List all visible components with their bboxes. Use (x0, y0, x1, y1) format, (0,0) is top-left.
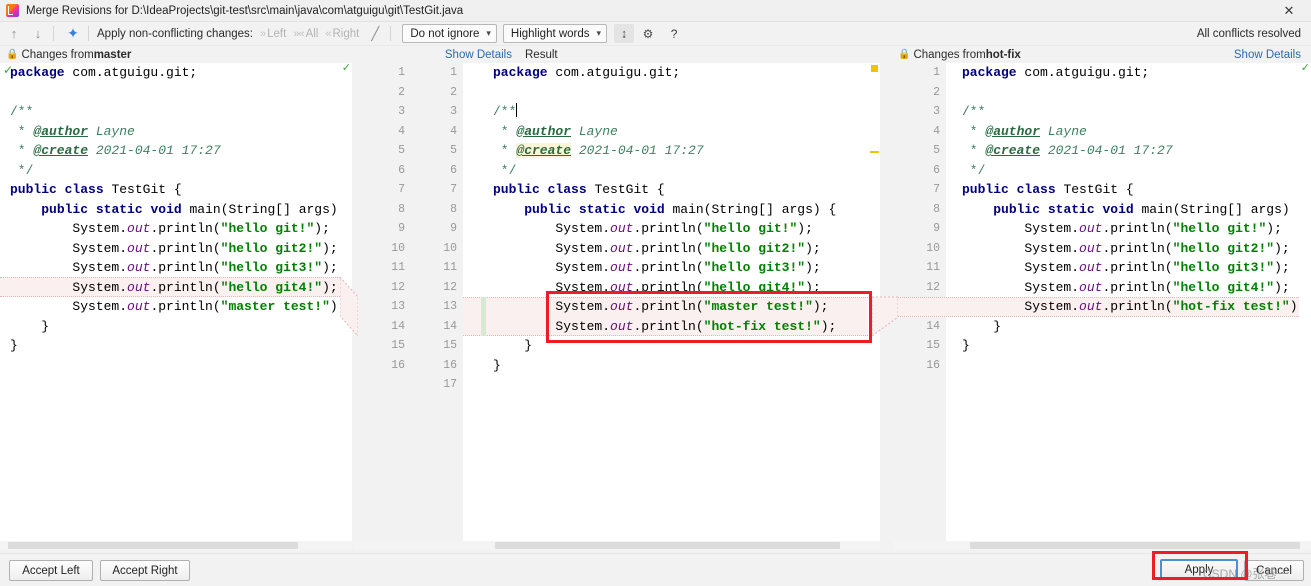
center-hscroll-thumb[interactable] (495, 542, 840, 549)
stripe-marker-change (870, 151, 879, 153)
left-pane-branch: master (94, 49, 132, 61)
conflict-status: All conflicts resolved (1197, 22, 1301, 46)
left-editor-pane[interactable]: package com.atguigu.git; /** * @author L… (0, 63, 352, 541)
left-pane-header: 🔒 Changes from master (6, 46, 346, 63)
arrow-down-icon[interactable]: ↓ (28, 24, 48, 44)
text-caret (516, 103, 517, 117)
left-pane-header-text: Changes from (21, 49, 93, 61)
right-hscrollbar[interactable] (894, 541, 1311, 550)
right-pane-branch: hot-fix (986, 49, 1021, 61)
lock-icon: 🔒 (898, 49, 910, 60)
apply-nonconflicting-label: Apply non-conflicting changes: (97, 28, 253, 40)
right-stripe-check-icon: ✓ (1301, 63, 1310, 73)
title-bar: Merge Revisions for D:\IdeaProjects\git-… (0, 0, 1311, 22)
apply-button[interactable]: Apply (1160, 559, 1238, 580)
left-error-stripe[interactable]: ✓ (340, 63, 352, 541)
right-hscroll-thumb[interactable] (970, 542, 1300, 549)
magic-resolve-icon[interactable]: ✦ (63, 24, 83, 44)
window-title: Merge Revisions for D:\IdeaProjects\git-… (26, 5, 463, 17)
chevron-both-icon: »« (293, 28, 303, 40)
collapse-unchanged-icon[interactable]: ↨ (614, 24, 634, 43)
apply-right-label: Right (332, 28, 359, 40)
gear-icon[interactable]: ⚙ (638, 24, 658, 43)
left-stripe-check-icon: ✓ (342, 63, 351, 73)
chevron-down-icon: ▾ (486, 28, 491, 39)
right-pane-header-text: Changes from (913, 49, 985, 61)
right-pane-header: 🔒 Changes from hot-fix (898, 46, 1158, 63)
right-show-details[interactable]: Show Details (1180, 46, 1305, 63)
arrow-up-icon[interactable]: ↑ (4, 24, 24, 44)
chevron-left-double-icon: « (325, 28, 330, 40)
merge-revisions-dialog: Merge Revisions for D:\IdeaProjects\git-… (0, 0, 1311, 586)
center-error-stripe[interactable] (868, 63, 880, 541)
left-hscroll-thumb[interactable] (8, 542, 298, 549)
left-hscrollbar[interactable] (0, 541, 352, 550)
center-left-line-numbers: 1 2 3 4 5 6 7 8 9 10 11 12 13 14 15 16 (353, 63, 411, 541)
center-hscrollbar[interactable] (353, 541, 880, 550)
toolbar-divider-1 (53, 26, 54, 41)
toolbar-divider-2 (88, 26, 89, 41)
help-icon[interactable]: ? (665, 24, 683, 43)
wand-icon[interactable]: ╱ (365, 24, 385, 44)
accept-right-button[interactable]: Accept Right (100, 560, 190, 581)
show-details-link-right[interactable]: Show Details (1234, 49, 1301, 61)
show-details-link-center[interactable]: Show Details (445, 49, 512, 61)
result-label: Result (525, 49, 558, 61)
intellij-idea-icon (6, 4, 19, 17)
cancel-button[interactable]: Cancel (1244, 560, 1304, 581)
right-error-stripe[interactable]: ✓ (1299, 63, 1311, 541)
accept-left-button[interactable]: Accept Left (9, 560, 93, 581)
apply-all-button[interactable]: »« All (293, 28, 318, 40)
center-show-details[interactable]: Show Details (352, 46, 512, 63)
highlight-policy-value: Highlight words (511, 28, 590, 40)
center-code-content: package com.atguigu.git; /** * @author L… (493, 63, 836, 395)
apply-left-button[interactable]: » Left (260, 28, 286, 40)
center-editor-pane[interactable]: 1 2 3 4 5 6 7 8 9 10 11 12 13 14 15 16 1 2 3 4 5 6 7 8 9 10 11 12 1… (353, 63, 880, 541)
left-accept-check-icon[interactable]: ✓ (3, 63, 13, 77)
center-change-marker (481, 297, 486, 336)
ignore-policy-select[interactable]: Do not ignore ▾ (402, 24, 497, 43)
ignore-policy-value: Do not ignore (410, 28, 479, 40)
close-icon[interactable]: ✕ (1267, 0, 1311, 22)
chevron-right-double-icon: » (260, 28, 265, 40)
lock-icon: 🔒 (6, 49, 18, 60)
left-code-content: package com.atguigu.git; /** * @author L… (10, 63, 352, 356)
apply-right-button[interactable]: « Right (325, 28, 359, 40)
chevron-down-icon: ▾ (597, 28, 602, 39)
stripe-marker-warning (871, 65, 878, 72)
result-label-wrap: Result (525, 46, 585, 63)
right-code-content: package com.atguigu.git; /** * @author L… (962, 63, 1305, 375)
toolbar-divider-3 (390, 26, 391, 41)
highlight-policy-select[interactable]: Highlight words ▾ (503, 24, 607, 43)
apply-left-label: Left (267, 28, 286, 40)
right-editor-pane[interactable]: 12345678910111213141516 package com.atgu… (894, 63, 1311, 541)
merge-toolbar: ↑ ↓ ✦ Apply non-conflicting changes: » L… (0, 22, 1311, 46)
apply-all-label: All (306, 28, 319, 40)
center-right-line-numbers: 1 2 3 4 5 6 7 8 9 10 11 12 13 14 15 16 17 (411, 63, 463, 541)
dialog-footer: Accept Left Accept Right Apply Cancel CS… (0, 553, 1311, 586)
